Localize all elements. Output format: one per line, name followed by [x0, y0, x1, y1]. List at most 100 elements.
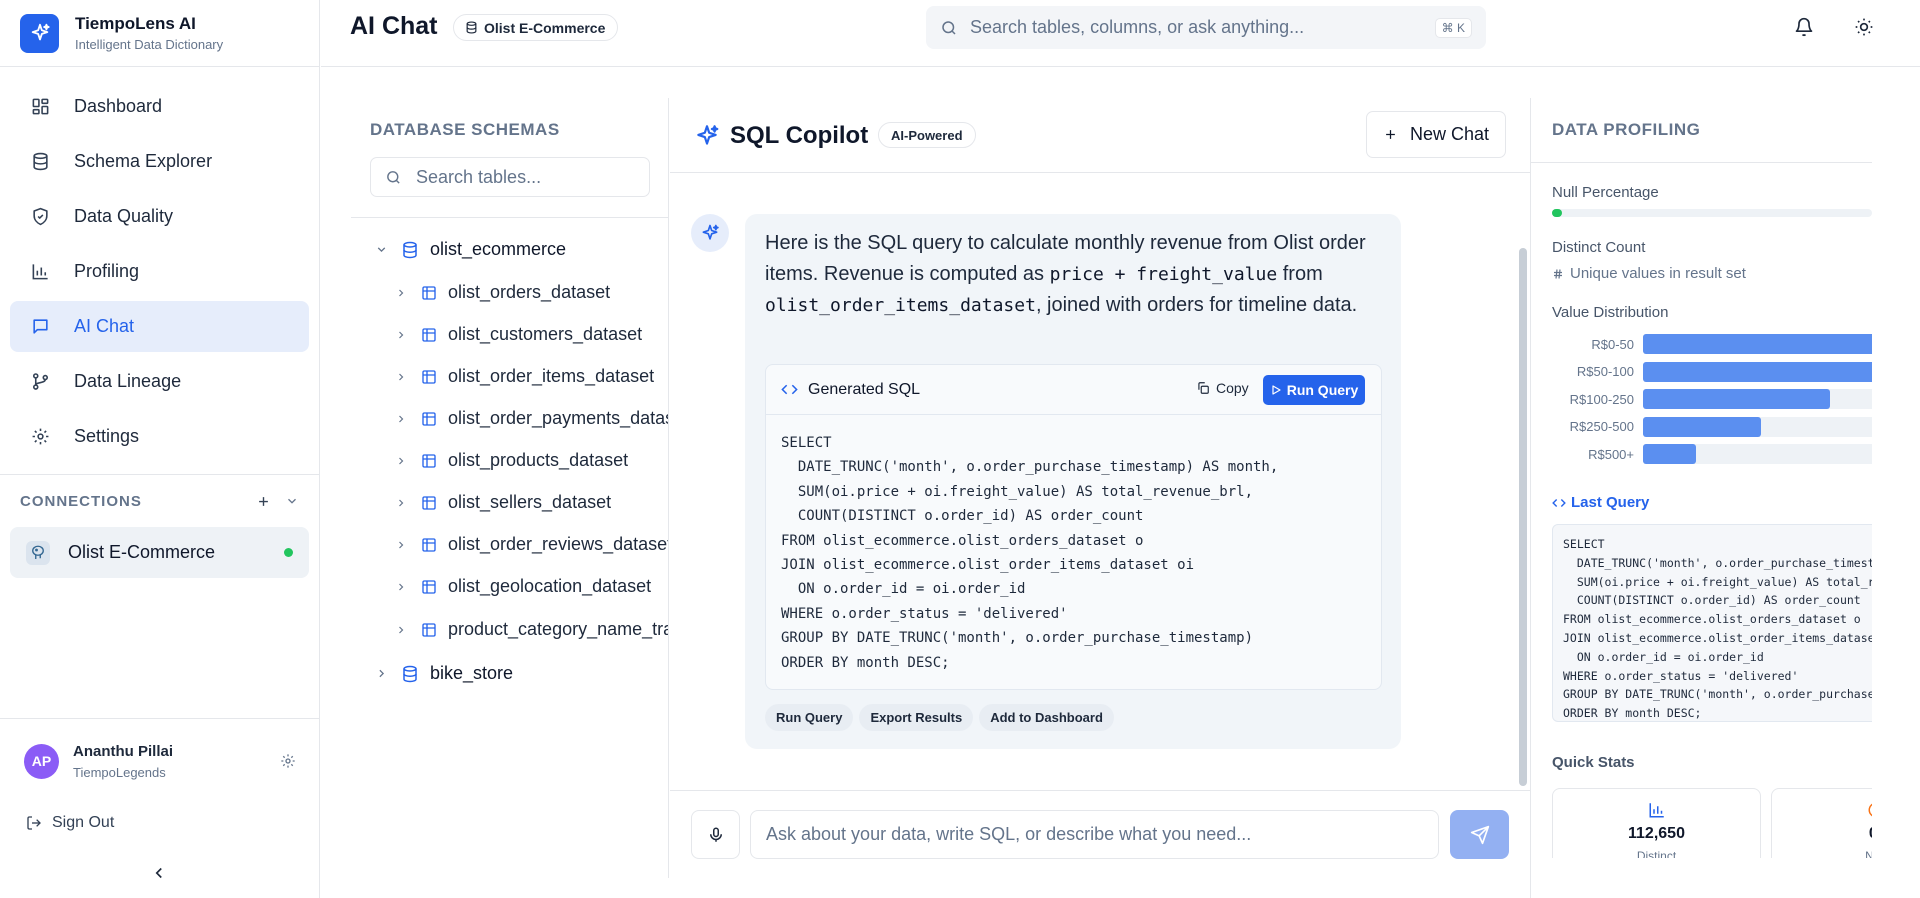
stat-value: 112,650 [1628, 825, 1685, 842]
chat-input[interactable]: Ask about your data, write SQL, or descr… [750, 810, 1439, 859]
tree-db-bike-store[interactable]: bike_store [375, 663, 513, 684]
distribution-track [1643, 389, 1872, 409]
schema-panel: DATABASE SCHEMAS Search tables... olist_… [351, 98, 669, 878]
null-percentage-fill [1552, 209, 1562, 217]
tree-table[interactable]: olist_geolocation_dataset [395, 576, 651, 597]
nav-item-schema-explorer[interactable]: Schema Explorer [10, 136, 309, 187]
message-text: from [1277, 263, 1323, 285]
quick-stats-title: Quick Stats [1552, 754, 1635, 771]
divider [351, 217, 668, 218]
distribution-row: R$250-500 [1552, 416, 1872, 437]
chevron-right-icon [395, 329, 409, 341]
chat-scrollbar[interactable] [1519, 248, 1527, 786]
run-query-button[interactable]: Run Query [1263, 375, 1365, 405]
table-name: olist_order_reviews_dataset [448, 534, 669, 554]
database-pill[interactable]: Olist E-Commerce [453, 14, 619, 41]
global-search-input[interactable]: Search tables, columns, or ask anything.… [926, 6, 1486, 49]
inline-code: olist_order_items_dataset [765, 295, 1036, 316]
action-add-to-dashboard[interactable]: Add to Dashboard [979, 704, 1114, 731]
distribution-row: R$50-100 [1552, 361, 1872, 382]
sign-out-button[interactable]: Sign Out [0, 803, 320, 843]
nav-item-settings[interactable]: Settings [10, 411, 309, 462]
code-icon [781, 381, 798, 398]
chevron-down-icon[interactable] [285, 494, 299, 508]
table-name: olist_order_items_dataset [448, 366, 655, 386]
profiling-title: DATA PROFILING [1552, 120, 1701, 139]
assistant-avatar [691, 214, 729, 252]
last-query-box[interactable]: SELECT DATE_TRUNC('month', o.order_purch… [1552, 524, 1872, 722]
tree-table[interactable]: olist_order_reviews_dataset [395, 534, 669, 555]
alert-circle-icon [1867, 801, 1872, 819]
tree-table[interactable]: olist_products_dataset [395, 450, 628, 471]
chevron-right-icon [395, 371, 409, 383]
assistant-message: Here is the SQL query to calculate month… [745, 214, 1401, 749]
database-icon [401, 665, 419, 683]
plus-icon[interactable] [256, 494, 271, 509]
tree-table[interactable]: olist_order_items_dataset [395, 366, 654, 387]
shield-check-icon [30, 207, 50, 227]
table-name: olist_customers_dataset [448, 324, 643, 344]
microphone-icon [707, 826, 725, 844]
db-name: olist_ecommerce [430, 239, 567, 259]
connections-title: CONNECTIONS [20, 492, 142, 510]
nav-item-data-lineage[interactable]: Data Lineage [10, 356, 309, 407]
send-button[interactable] [1450, 810, 1509, 859]
table-name: olist_orders_dataset [448, 282, 611, 302]
postgres-icon [26, 540, 50, 565]
tree-table[interactable]: product_category_name_translation [395, 619, 668, 640]
chevron-right-icon [395, 413, 409, 425]
action-run-query[interactable]: Run Query [765, 704, 854, 731]
distribution-track [1643, 444, 1872, 464]
table-search-input[interactable]: Search tables... [370, 157, 650, 197]
tree-table[interactable]: olist_customers_dataset [395, 324, 642, 345]
chat-icon [30, 317, 50, 337]
nav-item-label: Profiling [74, 261, 140, 281]
nav-item-dashboard[interactable]: Dashboard [10, 81, 309, 132]
gear-icon [30, 427, 50, 447]
tree-table[interactable]: olist_orders_dataset [395, 282, 610, 303]
ai-powered-badge: AI-Powered [878, 122, 976, 148]
chevron-right-icon [395, 497, 409, 509]
last-query-header: Last Query [1552, 494, 1649, 511]
tree-table[interactable]: olist_order_payments_dataset [395, 408, 668, 429]
chat-input-placeholder: Ask about your data, write SQL, or descr… [766, 824, 1252, 844]
chat-title: SQL Copilot [730, 122, 869, 149]
distribution-row: R$0-50 [1552, 334, 1872, 354]
table-icon [421, 369, 437, 385]
tree-db-olist-ecommerce[interactable]: olist_ecommerce [375, 239, 566, 260]
action-export-results[interactable]: Export Results [859, 704, 974, 731]
tree-table[interactable]: olist_sellers_dataset [395, 492, 611, 513]
collapse-sidebar-button[interactable] [150, 864, 170, 884]
distribution-track [1643, 334, 1872, 354]
app-title: TiempoLens AI [75, 14, 196, 33]
play-icon [1270, 384, 1282, 396]
chevron-right-icon [395, 624, 409, 636]
chevron-left-icon [150, 864, 170, 882]
distribution-bar [1643, 361, 1872, 382]
search-icon [385, 169, 402, 186]
distribution-bar [1643, 444, 1696, 464]
sun-icon[interactable] [1854, 17, 1876, 39]
connection-item-olist[interactable]: Olist E-Commerce [10, 527, 309, 578]
nav-item-ai-chat[interactable]: AI Chat [10, 301, 309, 352]
nav-item-data-quality[interactable]: Data Quality [10, 191, 309, 242]
user-settings-icon[interactable] [280, 753, 296, 769]
chevron-right-icon [395, 287, 409, 299]
new-chat-button[interactable]: New Chat [1366, 111, 1506, 158]
copy-label: Copy [1216, 380, 1249, 396]
shortcut-hint: ⌘ K [1434, 17, 1472, 38]
brand: TiempoLens AI Intelligent Data Dictionar… [0, 0, 319, 67]
last-query-code: SELECT DATE_TRUNC('month', o.order_purch… [1563, 537, 1872, 721]
bell-icon[interactable] [1794, 17, 1816, 39]
table-icon [421, 537, 437, 553]
nav-item-profiling[interactable]: Profiling [10, 246, 309, 297]
copy-button[interactable]: Copy [1196, 380, 1249, 396]
distribution-track [1643, 361, 1872, 382]
avatar: AP [24, 743, 59, 779]
assistant-message-text: Here is the SQL query to calculate month… [765, 228, 1385, 321]
stat-label: Distinct [1636, 849, 1677, 858]
top-bar: AI Chat Olist E-Commerce Search tables, … [321, 0, 1920, 67]
database-icon [465, 21, 478, 34]
microphone-button[interactable] [691, 810, 740, 859]
null-percentage-bar [1552, 209, 1872, 217]
